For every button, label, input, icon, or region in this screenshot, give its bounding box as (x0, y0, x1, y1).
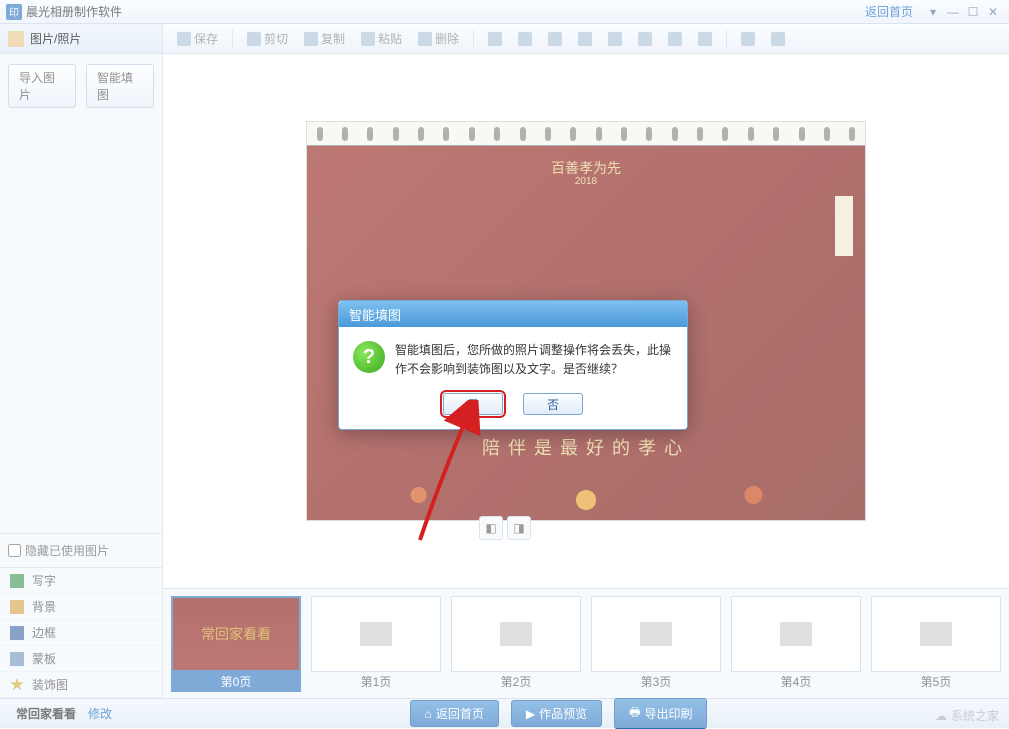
dialog-yes-button[interactable]: 是 (443, 393, 503, 415)
confirm-dialog: 智能填图 ? 智能填图后，您所做的照片调整操作将会丢失，此操作不会影响到装饰图以… (338, 300, 688, 430)
question-icon: ? (353, 341, 385, 373)
dialog-no-button[interactable]: 否 (523, 393, 583, 415)
dialog-title: 智能填图 (339, 301, 687, 327)
dialog-message: 智能填图后，您所做的照片调整操作将会丢失，此操作不会影响到装饰图以及文字。是否继… (395, 341, 673, 379)
